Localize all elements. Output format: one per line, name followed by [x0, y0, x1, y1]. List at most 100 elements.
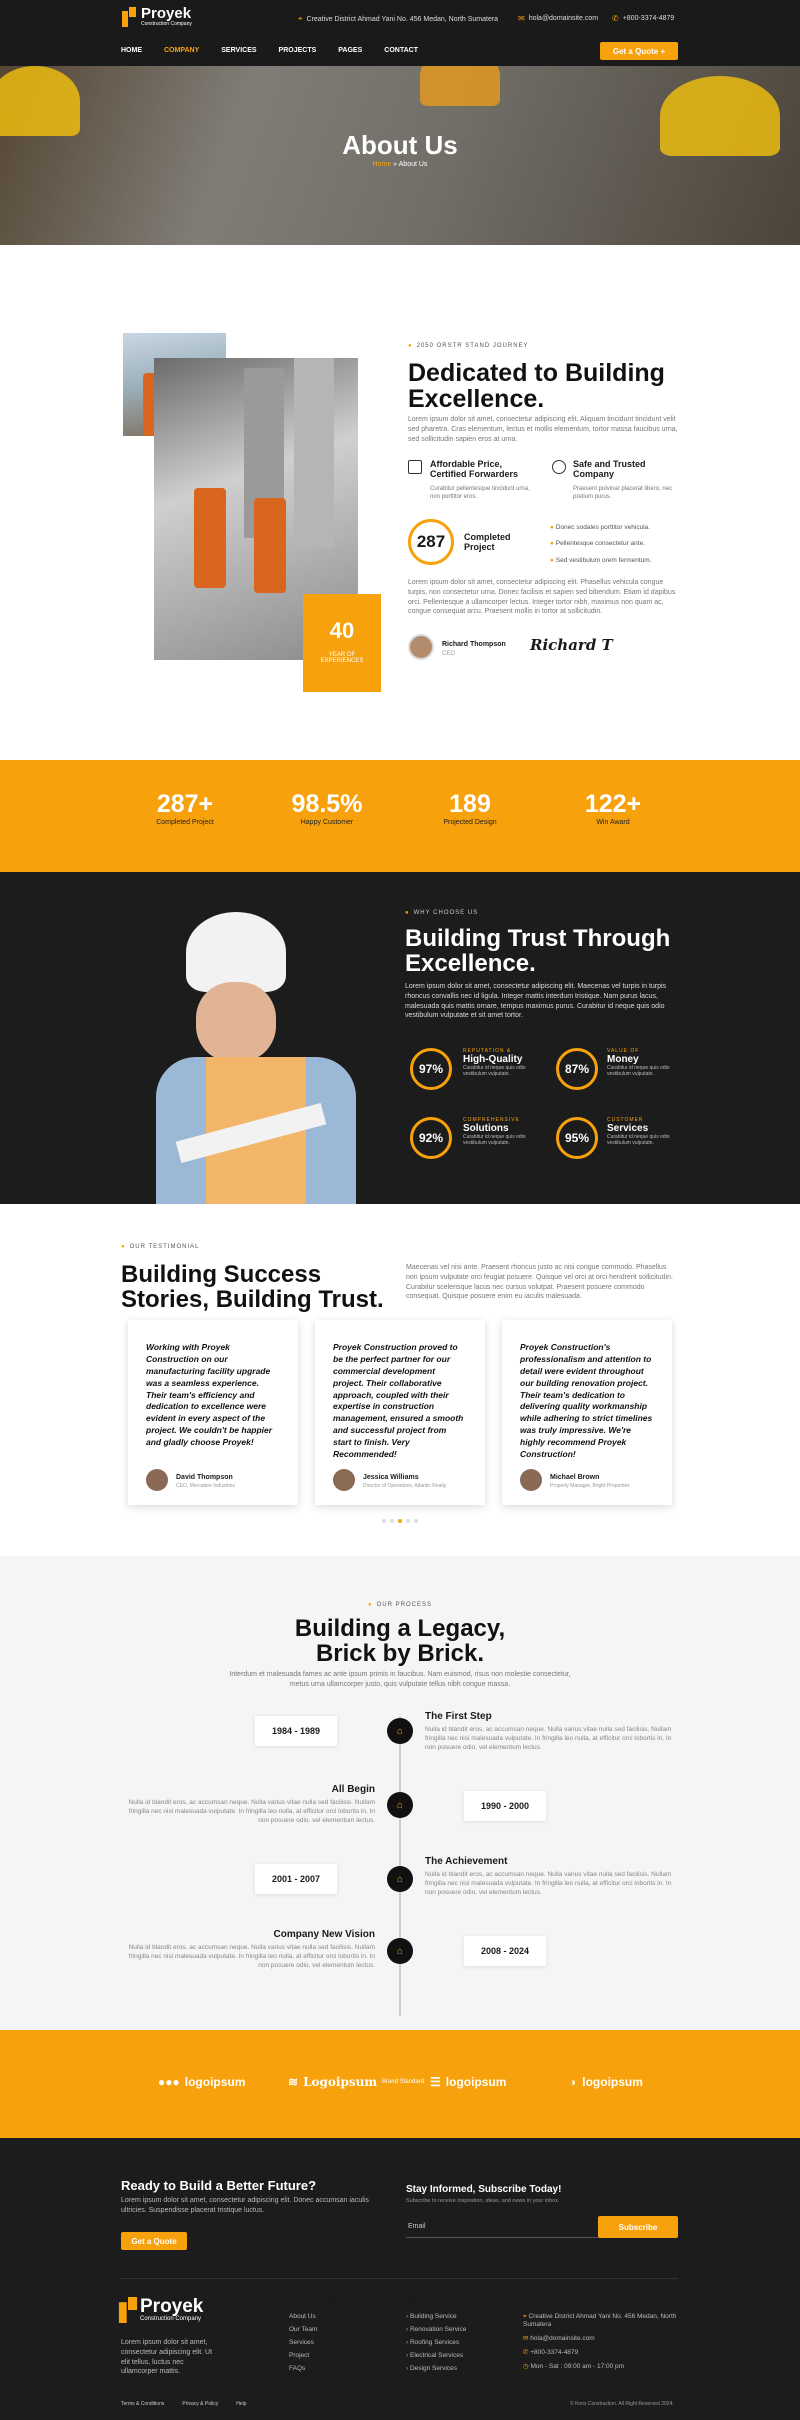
breadcrumb-current: About Us	[398, 161, 428, 168]
carousel-dots	[382, 1519, 418, 1523]
price-tag-icon	[408, 460, 422, 474]
section-label: OUR TESTIMONIAL	[121, 1244, 200, 1250]
nav-contact[interactable]: CONTACT	[384, 47, 418, 54]
timeline-step: The First Step Nulla id blandit eros, ac …	[425, 1711, 672, 1751]
avatar	[520, 1469, 542, 1491]
footer-about: Lorem ipsum dolor sit amet, consectetur …	[121, 2339, 213, 2376]
stat-item: 287+ Completed Project	[156, 790, 214, 826]
chevron-right-icon: ›	[406, 2365, 409, 2372]
feature-title: Affordable Price, Certified Forwarders	[430, 459, 519, 479]
footer-link[interactable]: Our Team	[289, 2326, 338, 2333]
phone-icon: ✆	[612, 14, 619, 23]
footer-link[interactable]: › Roofing Services	[406, 2339, 466, 2346]
helmet-image	[420, 66, 500, 106]
help-link[interactable]: Help	[236, 2401, 246, 2407]
helmet-image	[0, 66, 80, 136]
footer-link[interactable]: Services	[289, 2339, 338, 2346]
partner-logo[interactable]: ◗ logoipsum	[570, 2075, 643, 2089]
percent-ring: 92%	[410, 1117, 452, 1159]
email-field[interactable]: Email	[406, 2216, 598, 2238]
timeline-step: The Achievement Nulla id blandit eros, ac…	[425, 1856, 672, 1896]
ceo-role: CEO	[442, 651, 456, 657]
nav-projects[interactable]: PROJECTS	[279, 47, 317, 54]
breadcrumb-home[interactable]: Home	[373, 161, 392, 168]
footer-link[interactable]: › Design Services	[406, 2365, 466, 2372]
timeline-icon: ⌂	[387, 1938, 413, 1964]
carousel-dot[interactable]	[382, 1519, 386, 1523]
testimonials-title: Building Success Stories, Building Trust.	[121, 1261, 384, 1314]
chevron-right-icon: ›	[406, 2313, 409, 2320]
carousel-dot-active[interactable]	[398, 1519, 402, 1523]
process-section: OUR PROCESS Building a Legacy,Brick by B…	[0, 1556, 800, 2030]
nav-company[interactable]: COMPANY	[164, 47, 199, 54]
ceo-signature: Richard T	[530, 636, 613, 654]
header-phone[interactable]: ✆ +800-3374-4879	[612, 14, 674, 23]
trust-text: Lorem ipsum dolor sit amet, consectetur …	[405, 983, 667, 1020]
location-icon: ⌖	[523, 2313, 527, 2320]
nav-pages[interactable]: PAGES	[338, 47, 362, 54]
site-footer: Ready to Build a Better Future? Lorem ip…	[0, 2138, 800, 2420]
footer-link[interactable]: › Electrical Services	[406, 2352, 466, 2359]
about-paragraph: Lorem ipsum dolor sit amet, consectetur …	[408, 579, 676, 616]
feature-text: Praesent pulvinar placerat libero, nec p…	[573, 486, 673, 501]
location-icon: ⌖	[298, 14, 303, 23]
testimonial-card: Proyek Construction's professionalism an…	[502, 1320, 672, 1505]
footer-link[interactable]: › Building Service	[406, 2313, 466, 2320]
footer-logo[interactable]: Proyek Construction Company	[118, 2297, 203, 2323]
logo-mark-icon	[118, 2297, 138, 2323]
feature-title: Safe and Trusted Company	[573, 459, 646, 479]
privacy-link[interactable]: Privacy & Policy	[182, 2401, 218, 2407]
feature-text: Curabitur pellentesque tincidunt urna, n…	[430, 486, 530, 501]
avatar	[333, 1469, 355, 1491]
section-label: WHY CHOOSE US	[405, 910, 478, 916]
wave-logo-icon: ≋	[288, 2075, 299, 2089]
main-nav: HOME COMPANY SERVICES PROJECTS PAGES CON…	[121, 47, 418, 54]
experience-badge: 40 YEAR OF EXPERIENCES	[303, 594, 381, 692]
chevron-right-icon: ›	[406, 2326, 409, 2333]
footer-cta-text: Lorem ipsum dolor sit amet, consectetur …	[121, 2197, 369, 2214]
chevron-right-icon: ›	[406, 2352, 409, 2359]
about-title: Dedicated to Building Excellence.	[408, 359, 665, 414]
burger-logo-icon: ☰	[430, 2075, 441, 2089]
worker-face	[196, 982, 276, 1062]
mail-icon: ✉	[518, 14, 525, 23]
nav-home[interactable]: HOME	[121, 47, 142, 54]
carousel-dot[interactable]	[414, 1519, 418, 1523]
footer-quote-button[interactable]: Get a Quote	[121, 2232, 187, 2250]
footer-link[interactable]: FAQs	[289, 2365, 338, 2372]
stat-item: 122+ Win Award	[584, 790, 642, 826]
subscribe-button[interactable]: Subscribe	[598, 2216, 678, 2238]
footer-link[interactable]: About Us	[289, 2313, 338, 2320]
brand-logo[interactable]: Proyek Construction Company	[122, 6, 192, 27]
carousel-dot[interactable]	[390, 1519, 394, 1523]
circles-logo-icon: ●●●	[158, 2075, 180, 2089]
testimonial-card: Proyek Construction proved to be the per…	[315, 1320, 485, 1505]
ceo-name: Richard Thompson	[442, 641, 506, 648]
partner-logo[interactable]: ●●● logoipsum	[158, 2075, 245, 2089]
get-quote-button[interactable]: Get a Quote +	[600, 42, 678, 60]
terms-link[interactable]: Terms & Conditions	[121, 2401, 164, 2407]
footer-link[interactable]: Project	[289, 2352, 338, 2359]
nav-services[interactable]: SERVICES	[221, 47, 256, 54]
mail-icon: ✉	[523, 2335, 529, 2342]
header-email[interactable]: ✉ hola@domainsite.com	[518, 14, 598, 23]
footer-link[interactable]: › Renovation Service	[406, 2326, 466, 2333]
trust-feature: VALUE OF Money Curabitur id neque quis odi…	[607, 1048, 670, 1077]
brand-tagline: Construction Company	[141, 21, 192, 27]
section-label: 2050 ORSTR STAND JOURNEY	[408, 343, 529, 349]
about-intro: Lorem ipsum dolor sit amet, consectetur …	[408, 416, 678, 443]
partner-logo[interactable]: ☰ logoipsum	[430, 2075, 506, 2089]
partner-logo[interactable]: ≋ Logoipsum Brand Standard	[288, 2075, 424, 2089]
footer-services-col: Services › Building Service › Renovation…	[406, 2295, 467, 2372]
shield-icon	[552, 460, 566, 474]
carousel-dot[interactable]	[406, 1519, 410, 1523]
footer-address-col: Addres of Kons ⌖ Creative District Ahmad…	[523, 2295, 677, 2370]
why-choose-section: WHY CHOOSE US Building Trust ThroughExce…	[0, 872, 800, 1204]
d-logo-icon: ◗	[570, 2075, 578, 2089]
check-icon: ●	[550, 524, 554, 531]
logo-mark-icon	[122, 7, 136, 27]
process-text: Interdum et malesuada fames ac ante ipsu…	[229, 1671, 571, 1688]
stats-band: 287+ Completed Project 98.5% Happy Custome…	[0, 760, 800, 872]
newsletter-text: Subscribe to receive inspiration, ideas,…	[406, 2198, 560, 2204]
check-icon: ●	[550, 556, 554, 564]
